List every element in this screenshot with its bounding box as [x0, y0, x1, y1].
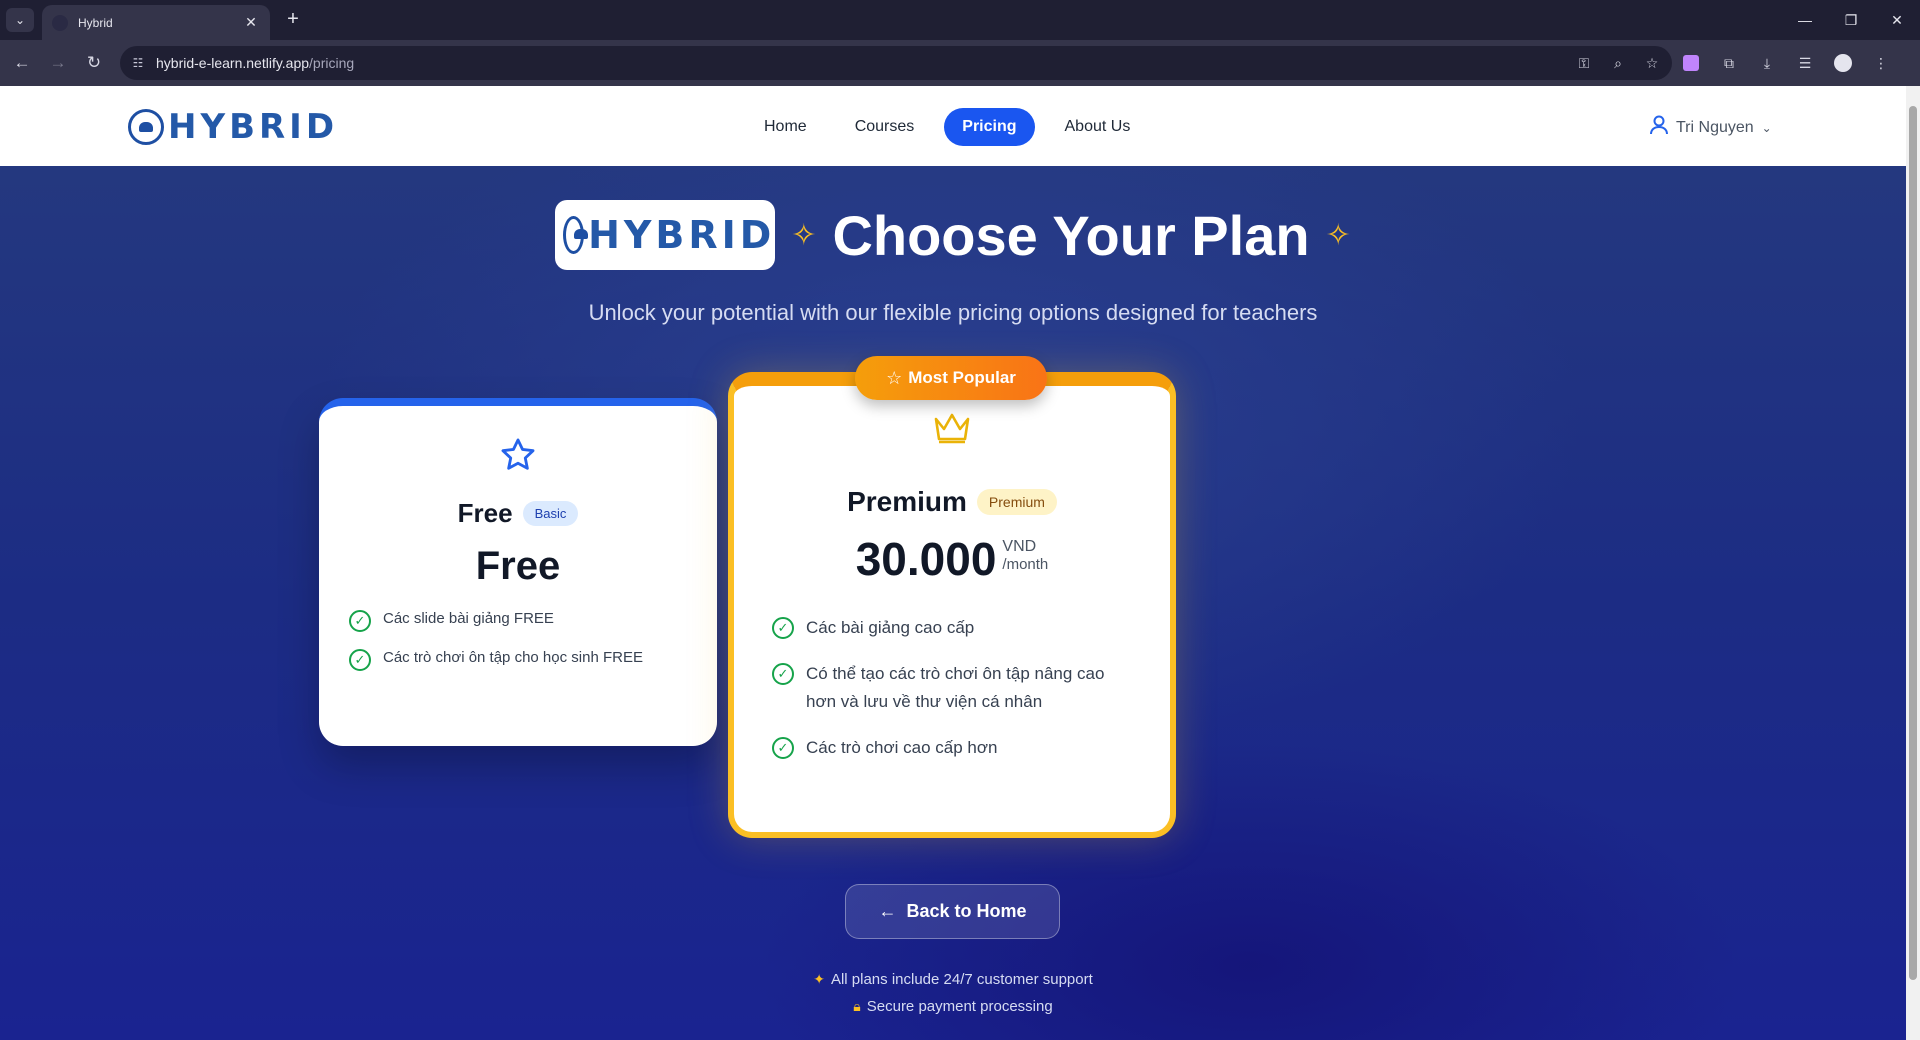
star-icon — [319, 436, 717, 484]
sparkle-icon: ✧ — [1325, 218, 1351, 252]
plan-heading: Premium Premium — [734, 486, 1170, 518]
extensions-puzzle-icon[interactable]: ⧉ — [1718, 52, 1740, 74]
price-amount: 30.000 — [855, 533, 997, 585]
browser-tab[interactable]: Hybrid ✕ — [42, 5, 270, 40]
note-text: Secure payment processing — [866, 998, 1053, 1015]
logo-text: HYBRID — [168, 107, 339, 147]
most-popular-badge: ☆ Most Popular — [855, 356, 1047, 400]
tab-title: Hybrid — [78, 15, 113, 30]
profile-avatar-icon[interactable] — [1832, 52, 1854, 74]
restore-icon[interactable]: ❐ — [1828, 0, 1874, 40]
hero-logo: HYBRID — [555, 200, 776, 270]
page-title: Choose Your Plan — [832, 203, 1310, 267]
window-controls: — ❐ ✕ — [1782, 0, 1920, 40]
site-logo[interactable]: HYBRID — [128, 106, 338, 148]
reload-icon[interactable]: ↻ — [80, 49, 108, 77]
feature-item: ✓ Các trò chơi ôn tập cho học sinh FREE — [349, 649, 689, 671]
back-to-home-button[interactable]: ← Back to Home — [845, 884, 1060, 939]
user-menu[interactable]: Tri Nguyen ⌄ — [1650, 115, 1772, 140]
chevron-down-icon: ⌄ — [1761, 120, 1772, 135]
sparkle-icon: ✦ — [813, 971, 825, 987]
tab-favicon-icon — [52, 14, 68, 31]
plan-name: Free — [457, 498, 513, 528]
check-circle-icon: ✓ — [772, 663, 794, 685]
browser-toolbar: ← → ↻ ☷ hybrid-e-learn.netlify.app/prici… — [0, 40, 1920, 86]
address-bar[interactable]: ☷ hybrid-e-learn.netlify.app/pricing ⚿ ⌕… — [120, 46, 1672, 80]
back-button-label: Back to Home — [906, 901, 1027, 921]
extension-app-icon[interactable] — [1680, 52, 1702, 74]
forward-arrow-icon[interactable]: → — [44, 49, 72, 77]
feature-item: ✓ Các bài giảng cao cấp — [772, 614, 1132, 642]
user-name: Tri Nguyen — [1676, 118, 1754, 136]
sparkle-icon: ✧ — [791, 218, 817, 252]
feature-text: Các trò chơi cao cấp hơn — [806, 738, 998, 757]
pricing-section: HYBRID ✧ Choose Your Plan ✧ Unlock your … — [0, 166, 1906, 1040]
note-payment: 🔒︎ Secure payment processing — [0, 993, 1906, 1020]
user-icon — [1650, 115, 1668, 140]
plan-name: Premium — [847, 486, 967, 517]
plan-price: 30.000 VND /month — [734, 532, 1170, 586]
main-nav: Home Courses Pricing About Us — [746, 108, 1148, 146]
feature-list: ✓ Các bài giảng cao cấp ✓ Có thể tạo các… — [772, 614, 1132, 780]
browser-tab-bar: ⌄ Hybrid ✕ + — ❐ ✕ — [0, 0, 1920, 40]
plan-card-premium: Premium Premium 30.000 VND /month ✓ Các … — [728, 372, 1176, 838]
note-support: ✦ All plans include 24/7 customer suppor… — [0, 966, 1906, 993]
site-info-icon[interactable]: ☷ — [130, 55, 146, 71]
feature-text: Các slide bài giảng FREE — [383, 610, 554, 627]
badge-text: Most Popular — [908, 368, 1016, 387]
page-subtitle: Unlock your potential with our flexible … — [588, 300, 1318, 325]
mascot-logo-icon — [563, 216, 589, 254]
feature-list: ✓ Các slide bài giảng FREE ✓ Các trò chơ… — [349, 610, 689, 688]
minimize-icon[interactable]: — — [1782, 0, 1828, 40]
check-circle-icon: ✓ — [349, 610, 371, 632]
nav-about-us[interactable]: About Us — [1047, 108, 1149, 146]
feature-item: ✓ Có thể tạo các trò chơi ôn tập nâng ca… — [772, 660, 1132, 716]
password-key-icon[interactable]: ⚿ — [1574, 53, 1594, 73]
price-period: /month — [1002, 556, 1049, 573]
close-window-icon[interactable]: ✕ — [1874, 0, 1920, 40]
scrollbar-thumb[interactable] — [1909, 106, 1917, 980]
tab-search-button[interactable]: ⌄ — [6, 8, 34, 32]
page-scrollbar[interactable] — [1906, 86, 1920, 1040]
bookmark-star-icon[interactable]: ☆ — [1642, 53, 1662, 73]
star-icon: ☆ — [886, 367, 903, 388]
plan-price: Free — [475, 544, 561, 588]
title-row: HYBRID ✧ Choose Your Plan ✧ — [0, 200, 1906, 270]
back-arrow-icon[interactable]: ← — [8, 49, 36, 77]
arrow-left-icon: ← — [878, 901, 897, 921]
feature-item: ✓ Các slide bài giảng FREE — [349, 610, 689, 632]
note-text: All plans include 24/7 customer support — [830, 971, 1093, 988]
feature-text: Có thể tạo các trò chơi ôn tập nâng cao … — [806, 664, 1105, 711]
nav-home[interactable]: Home — [746, 108, 825, 146]
hero-logo-text: HYBRID — [588, 213, 776, 257]
site-header: HYBRID Home Courses Pricing About Us Tri… — [0, 86, 1906, 166]
tab-close-icon[interactable]: ✕ — [242, 14, 260, 31]
plan-tag: Premium — [976, 489, 1057, 515]
new-tab-button[interactable]: + — [280, 8, 306, 32]
download-icon[interactable]: ⤓ — [1756, 52, 1778, 74]
plan-card-free: Free Basic Free ✓ Các slide bài giảng FR… — [319, 398, 717, 746]
feature-text: Các trò chơi ôn tập cho học sinh FREE — [383, 649, 643, 666]
feature-item: ✓ Các trò chơi cao cấp hơn — [772, 734, 1132, 762]
reading-list-icon[interactable]: ☰ — [1794, 52, 1816, 74]
zoom-icon[interactable]: ⌕ — [1608, 53, 1628, 73]
nav-pricing[interactable]: Pricing — [944, 108, 1035, 146]
address-url: hybrid-e-learn.netlify.app/pricing — [156, 55, 355, 71]
plan-heading: Free Basic — [319, 498, 717, 529]
check-circle-icon: ✓ — [772, 737, 794, 759]
lock-icon: 🔒︎ — [853, 998, 861, 1014]
feature-text: Các bài giảng cao cấp — [806, 618, 975, 637]
check-circle-icon: ✓ — [772, 617, 794, 639]
plan-tag: Basic — [522, 501, 579, 526]
check-circle-icon: ✓ — [349, 649, 371, 671]
footer-notes: ✦ All plans include 24/7 customer suppor… — [0, 966, 1906, 1020]
browser-menu-icon[interactable]: ⋮ — [1870, 52, 1892, 74]
nav-courses[interactable]: Courses — [837, 108, 933, 146]
price-currency: VND — [1002, 538, 1037, 555]
crown-icon — [734, 410, 1170, 455]
mascot-logo-icon — [128, 109, 164, 145]
